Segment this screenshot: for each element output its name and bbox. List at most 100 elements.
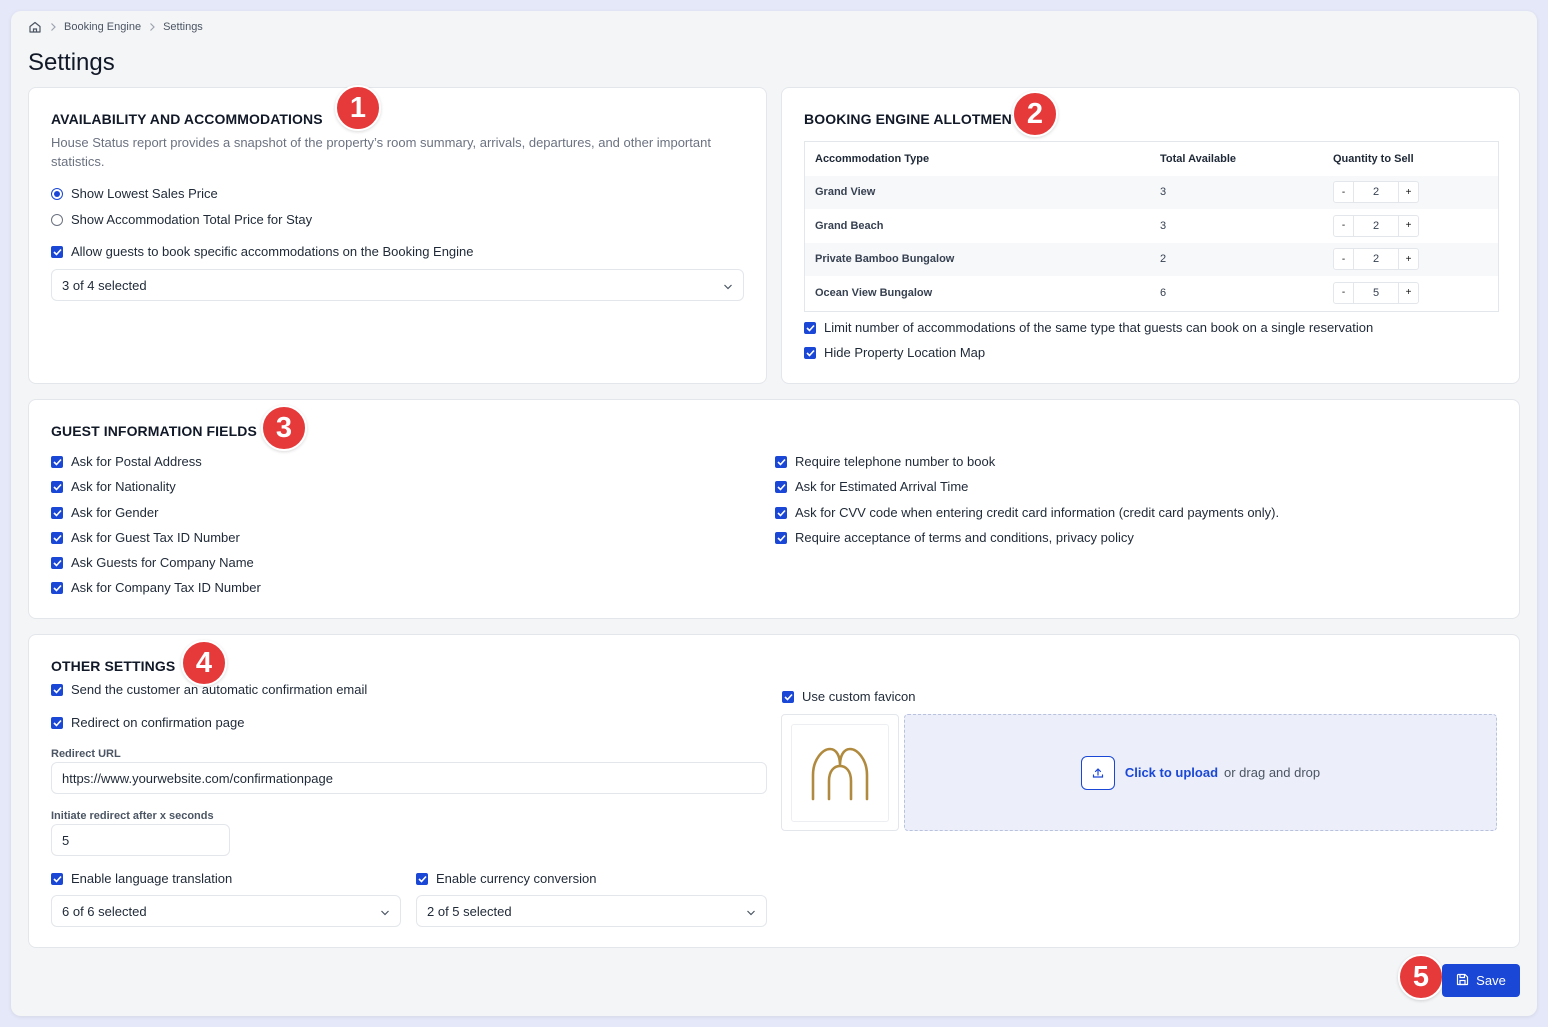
currency-checkbox[interactable]: Enable currency conversion	[416, 871, 596, 886]
breadcrumb-booking-engine[interactable]: Booking Engine	[64, 21, 141, 33]
favicon-image	[791, 724, 889, 822]
redirect-url-label: Redirect URL	[51, 748, 121, 760]
step-badge-3: 3	[261, 405, 307, 451]
redirect-seconds-input[interactable]: 5	[51, 824, 230, 856]
quantity-value[interactable]: 2	[1353, 182, 1399, 203]
guest-field-label: Ask for Nationality	[71, 479, 176, 494]
quantity-stepper: - 2 +	[1333, 214, 1419, 237]
checkbox-checked[interactable]	[51, 531, 63, 544]
hide-map-checkbox[interactable]: Hide Property Location Map	[804, 345, 985, 360]
home-icon[interactable]	[28, 20, 42, 34]
checkbox-checked[interactable]	[775, 506, 787, 519]
total-available: 3	[1160, 219, 1167, 232]
guest-field-label: Ask Guests for Company Name	[71, 555, 254, 570]
guest-field-checkbox[interactable]: Ask for CVV code when entering credit ca…	[775, 505, 1279, 520]
radio-total-label: Show Accommodation Total Price for Stay	[71, 212, 313, 227]
breadcrumb-settings: Settings	[163, 21, 203, 33]
guest-field-checkbox[interactable]: Ask for Gender	[51, 505, 158, 520]
allotment-title: BOOKING ENGINE ALLOTMENT	[804, 111, 1021, 127]
increment-button[interactable]: +	[1399, 249, 1418, 269]
radio-selected[interactable]	[51, 187, 63, 200]
guest-field-checkbox[interactable]: Ask for Estimated Arrival Time	[775, 479, 968, 494]
limit-label: Limit number of accommodations of the sa…	[824, 320, 1374, 335]
click-to-upload-link[interactable]: Click to upload	[1125, 765, 1218, 780]
allow-specific-checkbox[interactable]: Allow guests to book specific accommodat…	[51, 244, 474, 259]
increment-button[interactable]: +	[1399, 182, 1418, 202]
checkbox-checked[interactable]	[775, 531, 787, 544]
availability-card: AVAILABILITY AND ACCOMMODATIONS 1 House …	[28, 85, 767, 384]
table-row: Ocean View Bungalow 6 - 5 +	[805, 276, 1498, 310]
table-row: Grand Beach 3 - 2 +	[805, 209, 1498, 243]
checkbox-checked[interactable]	[51, 716, 63, 729]
quantity-stepper: - 5 +	[1333, 281, 1419, 304]
guest-field-checkbox[interactable]: Ask for Nationality	[51, 479, 176, 494]
increment-button[interactable]: +	[1399, 283, 1418, 303]
redirect-label: Redirect on confirmation page	[71, 715, 245, 730]
guest-field-checkbox[interactable]: Require telephone number to book	[775, 454, 995, 469]
availability-title: AVAILABILITY AND ACCOMMODATIONS	[51, 111, 323, 127]
checkbox-checked[interactable]	[782, 690, 794, 703]
decrement-button[interactable]: -	[1334, 249, 1353, 269]
favicon-checkbox[interactable]: Use custom favicon	[782, 689, 915, 704]
guest-field-checkbox[interactable]: Ask for Guest Tax ID Number	[51, 530, 240, 545]
checkbox-checked[interactable]	[51, 872, 63, 885]
checkbox-checked[interactable]	[51, 506, 63, 519]
chevron-right-icon	[148, 22, 156, 32]
quantity-value[interactable]: 5	[1353, 282, 1399, 303]
quantity-value[interactable]: 2	[1353, 215, 1399, 236]
accommodations-select[interactable]: 3 of 4 selected	[51, 269, 744, 301]
language-checkbox[interactable]: Enable language translation	[51, 871, 232, 886]
guest-field-checkbox[interactable]: Ask for Postal Address	[51, 454, 202, 469]
limit-checkbox[interactable]: Limit number of accommodations of the sa…	[804, 320, 1373, 335]
checkbox-checked[interactable]	[775, 480, 787, 493]
checkbox-checked[interactable]	[51, 245, 63, 258]
settings-window: Booking Engine Settings Settings AVAILAB…	[11, 11, 1537, 1016]
favicon-preview	[781, 714, 899, 831]
radio-unselected[interactable]	[51, 213, 63, 226]
redirect-url-input[interactable]: https://www.yourwebsite.com/confirmation…	[51, 762, 767, 794]
hide-map-label: Hide Property Location Map	[824, 345, 986, 360]
quantity-value[interactable]: 2	[1353, 249, 1399, 270]
currency-select[interactable]: 2 of 5 selected	[416, 895, 767, 927]
checkbox-checked[interactable]	[416, 872, 428, 885]
guest-field-label: Ask for Postal Address	[71, 454, 202, 469]
checkbox-checked[interactable]	[51, 480, 63, 493]
save-button[interactable]: Save	[1442, 964, 1520, 997]
quantity-stepper: - 2 +	[1333, 248, 1419, 271]
accommodation-name: Private Bamboo Bungalow	[815, 253, 955, 266]
breadcrumb: Booking Engine Settings	[28, 18, 203, 36]
guest-field-checkbox[interactable]: Ask for Company Tax ID Number	[51, 580, 261, 595]
checkbox-checked[interactable]	[51, 556, 63, 569]
decrement-button[interactable]: -	[1334, 283, 1353, 303]
checkbox-checked[interactable]	[775, 455, 787, 468]
checkbox-checked[interactable]	[51, 455, 63, 468]
accommodations-select-value: 3 of 4 selected	[62, 277, 147, 293]
redirect-checkbox[interactable]: Redirect on confirmation page	[51, 715, 244, 730]
send-email-checkbox[interactable]: Send the customer an automatic confirmat…	[51, 682, 367, 697]
favicon-label: Use custom favicon	[802, 689, 916, 704]
save-icon	[1456, 973, 1469, 989]
radio-lowest-price[interactable]: Show Lowest Sales Price	[51, 186, 218, 201]
radio-total-price[interactable]: Show Accommodation Total Price for Stay	[51, 212, 312, 227]
table-row: Private Bamboo Bungalow 2 - 2 +	[805, 242, 1498, 276]
chevron-down-icon	[723, 278, 733, 293]
increment-button[interactable]: +	[1399, 216, 1418, 236]
table-header: Accommodation Type Total Available Quant…	[805, 142, 1498, 176]
guest-field-label: Ask for Guest Tax ID Number	[71, 530, 240, 545]
guest-field-checkbox[interactable]: Ask Guests for Company Name	[51, 555, 254, 570]
chevron-right-icon	[49, 22, 57, 32]
send-email-label: Send the customer an automatic confirmat…	[71, 682, 368, 697]
checkbox-checked[interactable]	[51, 581, 63, 594]
guest-field-checkbox[interactable]: Require acceptance of terms and conditio…	[775, 530, 1134, 545]
availability-description: House Status report provides a snapshot …	[51, 135, 711, 169]
decrement-button[interactable]: -	[1334, 216, 1353, 236]
checkbox-checked[interactable]	[804, 321, 816, 334]
favicon-upload-dropzone[interactable]: Click to upload or drag and drop	[904, 714, 1497, 831]
checkbox-checked[interactable]	[51, 683, 63, 696]
decrement-button[interactable]: -	[1334, 182, 1353, 202]
upload-icon[interactable]	[1080, 755, 1115, 790]
guest-field-label: Ask for Gender	[71, 505, 159, 520]
language-select[interactable]: 6 of 6 selected	[51, 895, 401, 927]
step-badge-2: 2	[1012, 91, 1058, 137]
checkbox-checked[interactable]	[804, 346, 816, 359]
